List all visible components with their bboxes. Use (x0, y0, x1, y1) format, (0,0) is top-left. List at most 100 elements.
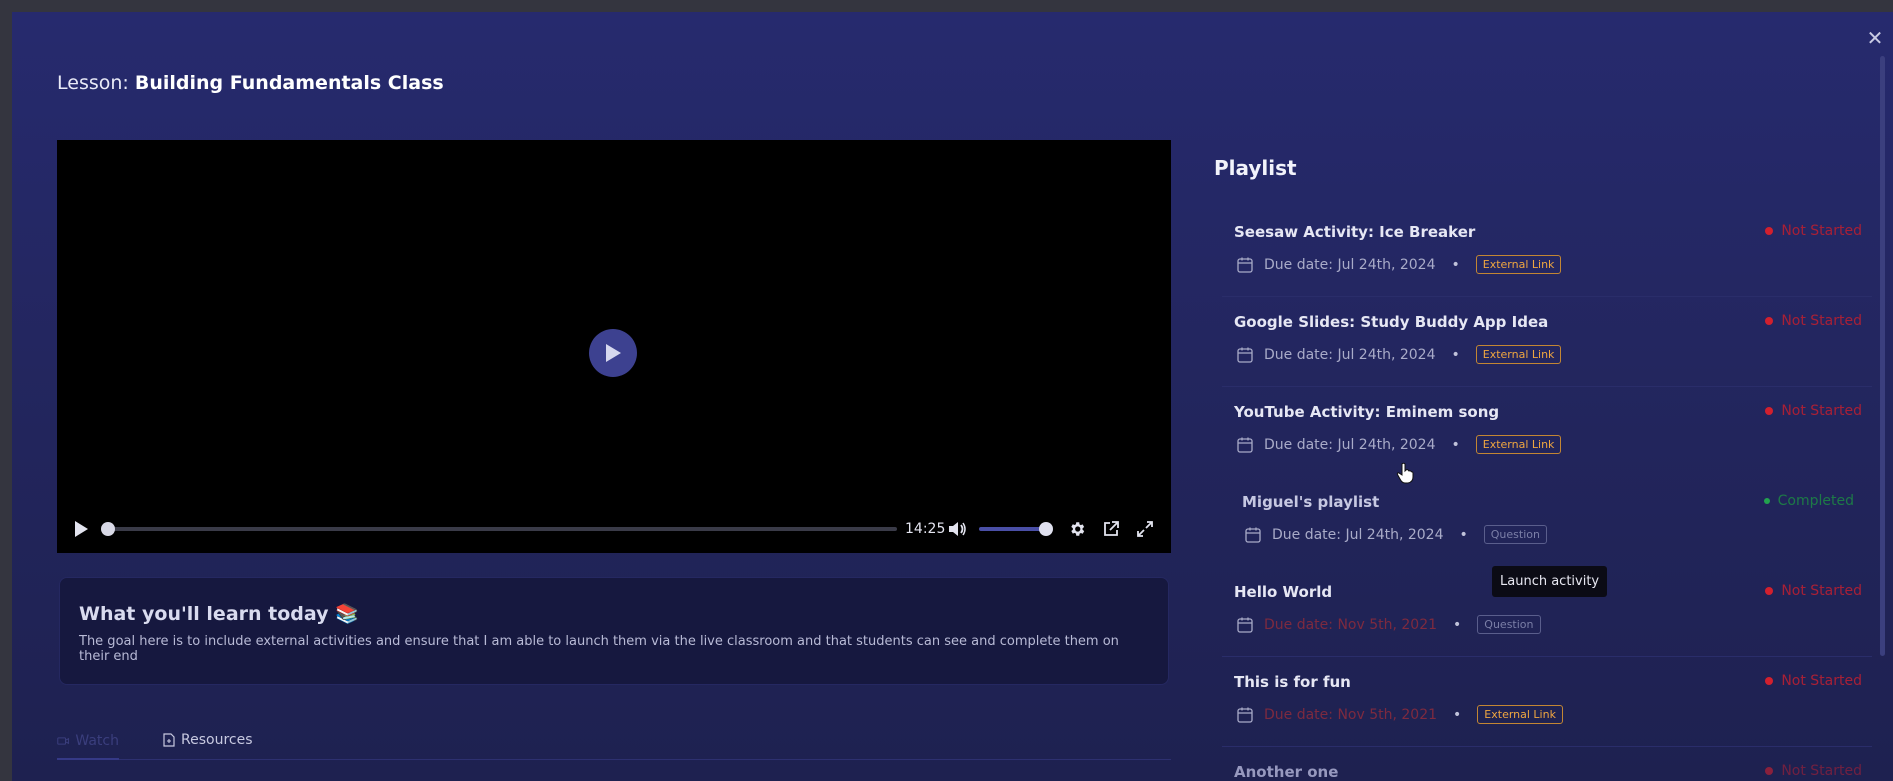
tab-resources[interactable]: Resources (163, 732, 253, 748)
learn-heading: What you'll learn today 📚 (79, 603, 359, 625)
playlist-item[interactable]: This is for fun Due date: Nov 5th, 2021 … (1222, 657, 1872, 747)
learn-description: The goal here is to include external act… (79, 634, 1119, 664)
calendar-icon (1237, 617, 1253, 633)
status-dot (1765, 317, 1774, 325)
big-play-button[interactable] (589, 329, 637, 377)
status-label: Not Started (1781, 313, 1862, 329)
status-label: Not Started (1781, 403, 1862, 419)
type-badge: Question (1483, 525, 1547, 544)
tab-watch[interactable]: Watch (57, 724, 119, 760)
fullscreen-icon (1137, 521, 1153, 537)
playlist-item-title: Seesaw Activity: Ice Breaker (1234, 223, 1476, 241)
playlist-item[interactable]: Another one Not Started (1222, 747, 1872, 781)
external-link-icon (1104, 521, 1119, 536)
close-icon[interactable]: ✕ (1863, 26, 1887, 50)
playlist-heading: Playlist (1214, 156, 1297, 180)
status-label: Not Started (1781, 673, 1862, 689)
status-label: Completed (1777, 493, 1854, 509)
playlist-item-meta: Due date: Jul 24th, 2024 • Question (1244, 525, 1547, 544)
playlist-item-meta: Due date: Jul 24th, 2024 • External Link (1236, 345, 1562, 364)
video-player[interactable]: 14:25 (57, 140, 1171, 553)
settings-button[interactable] (1065, 517, 1089, 541)
playlist-item[interactable]: Google Slides: Study Buddy App Idea Due … (1222, 297, 1872, 387)
status-badge: Not Started (1765, 583, 1862, 599)
lesson-title-prefix: Lesson: (57, 72, 129, 94)
seek-bar[interactable] (101, 522, 897, 536)
calendar-icon (1237, 707, 1253, 723)
type-badge: Question (1477, 615, 1541, 634)
popout-button[interactable] (1099, 517, 1123, 541)
separator-dot: • (1451, 346, 1460, 363)
playlist-item-meta: Due date: Jul 24th, 2024 • External Link (1236, 435, 1562, 454)
playlist-item-title: Another one (1234, 763, 1339, 781)
learn-today-card: What you'll learn today 📚 The goal here … (59, 577, 1169, 685)
seek-handle[interactable] (101, 522, 115, 536)
status-dot (1765, 407, 1774, 415)
playlist-item[interactable]: Miguel's playlist Due date: Jul 24th, 20… (1230, 477, 1872, 567)
playlist-item-title: Miguel's playlist (1242, 493, 1380, 511)
play-icon (606, 344, 621, 362)
playlist-item-meta: Due date: Nov 5th, 2021 • Question (1236, 615, 1541, 634)
playlist-item[interactable]: YouTube Activity: Eminem song Due date: … (1222, 387, 1872, 477)
document-icon (163, 733, 175, 747)
calendar-icon (1237, 437, 1253, 453)
status-label: Not Started (1781, 763, 1862, 779)
play-icon (75, 521, 88, 537)
status-badge: Not Started (1765, 763, 1862, 779)
playlist-item-title: Hello World (1234, 583, 1333, 601)
status-dot (1765, 587, 1774, 595)
due-date: Due date: Nov 5th, 2021 (1264, 616, 1438, 633)
playlist-item-meta: Due date: Nov 5th, 2021 • External Link (1236, 705, 1563, 724)
fullscreen-button[interactable] (1133, 517, 1157, 541)
video-duration: 14:25 (905, 521, 946, 537)
calendar-icon (1245, 527, 1261, 543)
launch-activity-tooltip: Launch activity (1492, 566, 1608, 597)
due-date: Due date: Jul 24th, 2024 (1264, 436, 1436, 453)
playlist-item[interactable]: Seesaw Activity: Ice Breaker Due date: J… (1222, 207, 1872, 297)
lesson-modal: ✕ Lesson: Building Fundamentals Class 14… (12, 12, 1893, 781)
status-label: Not Started (1781, 583, 1862, 599)
lesson-title-name: Building Fundamentals Class (134, 72, 444, 94)
gear-icon (1071, 522, 1085, 536)
separator-dot: • (1451, 256, 1460, 273)
modal-scrollbar[interactable] (1880, 56, 1885, 656)
playlist-item-meta: Due date: Jul 24th, 2024 • External Link (1236, 255, 1562, 274)
video-camera-icon (57, 737, 70, 745)
lesson-tabs: Watch Resources (57, 724, 1171, 760)
volume-handle[interactable] (1039, 522, 1053, 536)
status-dot (1765, 677, 1774, 685)
due-date: Due date: Nov 5th, 2021 (1264, 706, 1438, 723)
playlist-item-title: YouTube Activity: Eminem song (1234, 403, 1500, 421)
lesson-title: Lesson: Building Fundamentals Class (57, 72, 444, 94)
tab-resources-label: Resources (181, 732, 253, 748)
separator-dot: • (1453, 616, 1462, 633)
type-badge: External Link (1475, 255, 1562, 274)
status-badge: Completed (1763, 493, 1854, 509)
status-dot (1765, 227, 1774, 235)
type-badge: External Link (1475, 345, 1562, 364)
status-badge: Not Started (1765, 313, 1862, 329)
tab-watch-label: Watch (75, 733, 119, 749)
play-button[interactable] (69, 517, 93, 541)
status-dot (1763, 498, 1770, 504)
separator-dot: • (1459, 526, 1468, 543)
due-date: Due date: Jul 24th, 2024 (1264, 256, 1436, 273)
status-badge: Not Started (1765, 403, 1862, 419)
video-controls: 14:25 (57, 505, 1171, 553)
status-badge: Not Started (1765, 673, 1862, 689)
playlist-item-title: This is for fun (1234, 673, 1351, 691)
volume-slider[interactable] (979, 522, 1053, 536)
separator-dot: • (1451, 436, 1460, 453)
calendar-icon (1237, 257, 1253, 273)
hand-cursor-icon (1396, 462, 1414, 484)
status-label: Not Started (1781, 223, 1862, 239)
separator-dot: • (1453, 706, 1462, 723)
due-date: Due date: Jul 24th, 2024 (1264, 346, 1436, 363)
due-date: Due date: Jul 24th, 2024 (1272, 526, 1444, 543)
playlist-item-title: Google Slides: Study Buddy App Idea (1234, 313, 1549, 331)
type-badge: External Link (1475, 435, 1562, 454)
volume-icon (949, 522, 966, 536)
volume-button[interactable] (945, 517, 969, 541)
status-badge: Not Started (1765, 223, 1862, 239)
calendar-icon (1237, 347, 1253, 363)
